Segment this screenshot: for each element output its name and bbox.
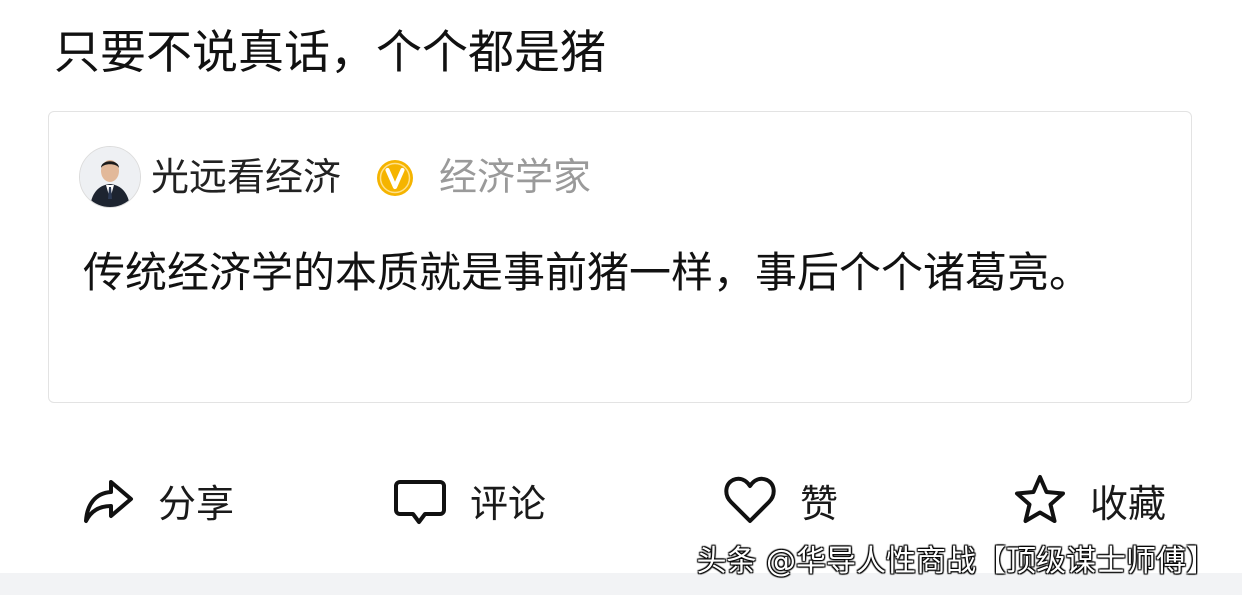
author-avatar[interactable] xyxy=(79,146,141,208)
share-icon xyxy=(84,480,133,523)
avatar-man-in-suit-icon xyxy=(80,147,140,207)
author-name[interactable]: 光远看经济 xyxy=(151,152,341,202)
share-button[interactable]: 分享 xyxy=(80,470,234,530)
quoted-post-card[interactable]: 光远看经济 经济学家 传统经济学的本质就是事前猪一样，事后个个诸葛亮。 xyxy=(48,111,1192,403)
heart-icon xyxy=(724,476,776,523)
star-icon xyxy=(1015,475,1065,523)
author-title: 经济学家 xyxy=(439,155,592,199)
comment-button[interactable]: 评论 xyxy=(392,470,546,530)
verified-badge-icon xyxy=(377,160,413,196)
quoted-post-text: 传统经济学的本质就是事前猪一样，事后个个诸葛亮。 xyxy=(83,248,1092,297)
post-text: 只要不说真话，个个都是猪 xyxy=(54,25,606,79)
watermark-text: 头条 @华导人性商战【顶级谋士师傅】 xyxy=(696,544,1216,579)
like-label: 赞 xyxy=(800,481,839,526)
share-label: 分享 xyxy=(158,481,235,526)
comment-icon xyxy=(394,480,446,524)
favorite-button[interactable]: 收藏 xyxy=(1012,470,1166,530)
favorite-label: 收藏 xyxy=(1090,481,1167,526)
comment-label: 评论 xyxy=(470,481,547,526)
like-button[interactable]: 赞 xyxy=(722,470,838,530)
